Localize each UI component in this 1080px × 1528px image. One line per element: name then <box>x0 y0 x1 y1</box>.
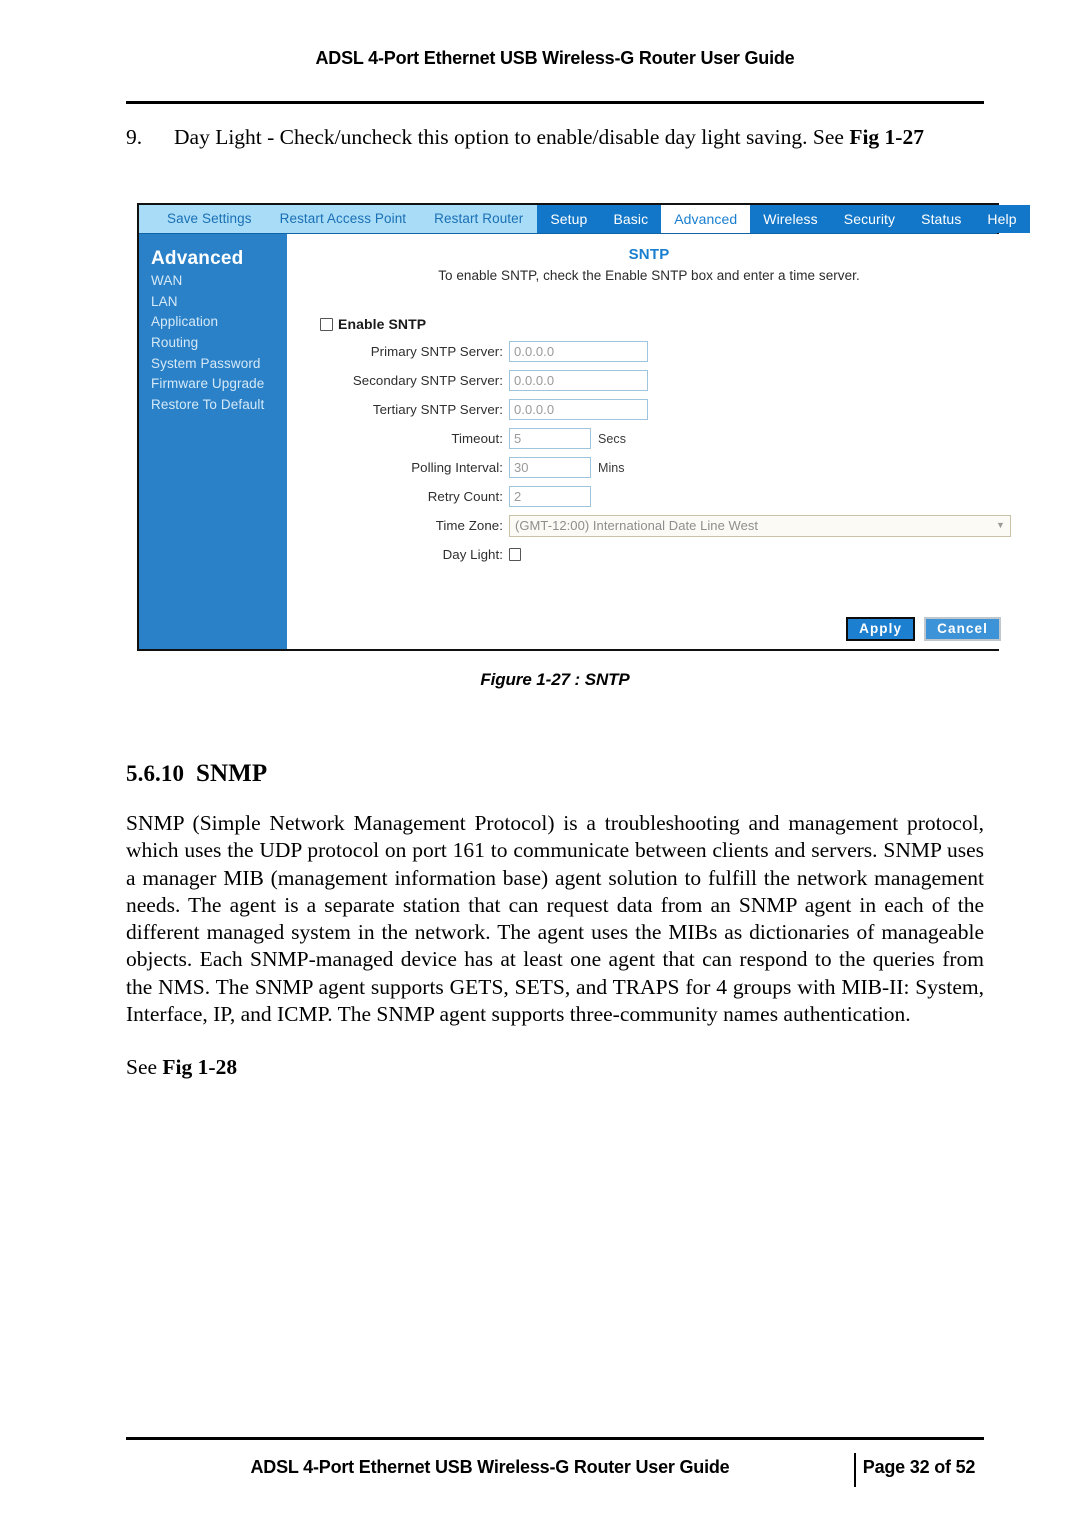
sidebar-item-wan[interactable]: WAN <box>151 271 287 292</box>
day-light-checkbox[interactable] <box>509 548 521 561</box>
label-day-light: Day Light: <box>442 547 503 562</box>
section-number: 5.6.10 <box>126 761 185 786</box>
router-body: Advanced WAN LAN Application Routing Sys… <box>139 234 1011 649</box>
router-admin-window: Save Settings Restart Access Point Resta… <box>137 203 1030 651</box>
sidebar-item-restore-to-default[interactable]: Restore To Default <box>151 395 287 416</box>
list-item-text: Day Light - Check/uncheck this option to… <box>174 124 986 152</box>
router-ui-figure: Save Settings Restart Access Point Resta… <box>137 203 1030 651</box>
enable-sntp-checkbox[interactable] <box>320 317 333 331</box>
router-navigation-bar: Save Settings Restart Access Point Resta… <box>139 205 1030 234</box>
see-figure-reference: See Fig 1-28 <box>126 1055 237 1080</box>
field-row-retry-count: Retry Count: 2 <box>287 486 1011 507</box>
running-header: ADSL 4-Port Ethernet USB Wireless-G Rout… <box>315 48 795 68</box>
router-sidebar: Advanced WAN LAN Application Routing Sys… <box>139 234 287 649</box>
sntp-form: Primary SNTP Server: 0.0.0.0 Secondary S… <box>287 341 1011 565</box>
apply-button[interactable]: Apply <box>846 617 916 641</box>
enable-sntp-row: Enable SNTP <box>320 316 1011 332</box>
sidebar-item-lan[interactable]: LAN <box>151 292 287 313</box>
list-item-text-plain: Day Light - Check/uncheck this option to… <box>174 125 850 149</box>
figure-caption: Figure 1-27 : SNTP <box>480 670 630 689</box>
input-timeout[interactable]: 5 <box>509 428 591 449</box>
field-row-secondary-sntp-server: Secondary SNTP Server: 0.0.0.0 <box>287 370 1011 391</box>
field-row-tertiary-sntp-server: Tertiary SNTP Server: 0.0.0.0 <box>287 399 1011 420</box>
tab-wireless[interactable]: Wireless <box>750 205 830 233</box>
label-tertiary-sntp-server: Tertiary SNTP Server: <box>372 402 503 417</box>
section-heading: 5.6.10 SNMP <box>126 760 267 788</box>
nav-link-save-settings[interactable]: Save Settings <box>153 205 266 233</box>
see-figure-prefix: See <box>126 1055 163 1079</box>
label-timeout: Timeout: <box>451 431 503 446</box>
list-item-figure-ref: Fig 1-27 <box>849 125 924 149</box>
input-retry-count[interactable]: 2 <box>509 486 591 507</box>
section-paragraph: SNMP (Simple Network Management Protocol… <box>126 811 984 1027</box>
tab-status[interactable]: Status <box>908 205 974 233</box>
label-time-zone: Time Zone: <box>435 518 503 533</box>
panel-description: To enable SNTP, check the Enable SNTP bo… <box>438 268 860 283</box>
cancel-button[interactable]: Cancel <box>924 617 1001 641</box>
tab-security[interactable]: Security <box>831 205 908 233</box>
field-row-primary-sntp-server: Primary SNTP Server: 0.0.0.0 <box>287 341 1011 362</box>
sidebar-title: Advanced <box>151 248 244 269</box>
sidebar-item-routing[interactable]: Routing <box>151 333 287 354</box>
sidebar-item-firmware-upgrade[interactable]: Firmware Upgrade <box>151 374 287 395</box>
footer-divider <box>126 1437 984 1440</box>
document-page: ADSL 4-Port Ethernet USB Wireless-G Rout… <box>0 0 1080 1528</box>
see-figure-label: Fig 1-28 <box>162 1055 238 1079</box>
label-polling-interval: Polling Interval: <box>411 460 503 475</box>
tab-setup[interactable]: Setup <box>537 205 600 233</box>
footer-title: ADSL 4-Port Ethernet USB Wireless-G Rout… <box>250 1457 730 1477</box>
numbered-list-item: 9. Day Light - Check/uncheck this option… <box>126 124 986 152</box>
chevron-down-icon: ▼ <box>996 520 1005 530</box>
input-tertiary-sntp-server[interactable]: 0.0.0.0 <box>509 399 648 420</box>
section-title: SNMP <box>196 760 268 787</box>
page-footer: ADSL 4-Port Ethernet USB Wireless-G Rout… <box>126 1453 984 1487</box>
tab-basic[interactable]: Basic <box>600 205 661 233</box>
panel-title: SNTP <box>628 246 670 263</box>
field-row-day-light: Day Light: <box>287 544 1011 565</box>
sidebar-item-application[interactable]: Application <box>151 312 287 333</box>
label-primary-sntp-server: Primary SNTP Server: <box>370 344 503 359</box>
unit-timeout: Secs <box>598 431 626 446</box>
unit-polling-interval: Mins <box>598 460 625 475</box>
router-action-links: Save Settings Restart Access Point Resta… <box>139 205 538 233</box>
sidebar-item-system-password[interactable]: System Password <box>151 354 287 375</box>
tab-help[interactable]: Help <box>974 205 1029 233</box>
label-secondary-sntp-server: Secondary SNTP Server: <box>352 373 503 388</box>
label-retry-count: Retry Count: <box>427 489 503 504</box>
list-item-number: 9. <box>126 125 143 149</box>
router-tab-strip: Setup Basic Advanced Wireless Security S… <box>537 205 1030 233</box>
footer-page-number: Page 32 of 52 <box>862 1457 976 1477</box>
panel-button-row: Apply Cancel <box>846 617 1001 641</box>
select-time-zone[interactable]: (GMT-12:00) International Date Line West… <box>509 514 1011 537</box>
time-zone-value: (GMT-12:00) International Date Line West <box>515 517 759 533</box>
field-row-polling-interval: Polling Interval: 30 Mins <box>287 457 1011 478</box>
input-secondary-sntp-server[interactable]: 0.0.0.0 <box>509 370 648 391</box>
nav-link-restart-access-point[interactable]: Restart Access Point <box>266 205 421 233</box>
enable-sntp-label: Enable SNTP <box>338 316 427 332</box>
field-row-time-zone: Time Zone: (GMT-12:00) International Dat… <box>287 514 1011 537</box>
router-content-panel: SNTP To enable SNTP, check the Enable SN… <box>287 234 1011 649</box>
input-primary-sntp-server[interactable]: 0.0.0.0 <box>509 341 648 362</box>
field-row-timeout: Timeout: 5 Secs <box>287 428 1011 449</box>
nav-link-restart-router[interactable]: Restart Router <box>420 205 537 233</box>
input-polling-interval[interactable]: 30 <box>509 457 591 478</box>
header-divider <box>126 101 984 104</box>
tab-advanced[interactable]: Advanced <box>661 205 751 233</box>
